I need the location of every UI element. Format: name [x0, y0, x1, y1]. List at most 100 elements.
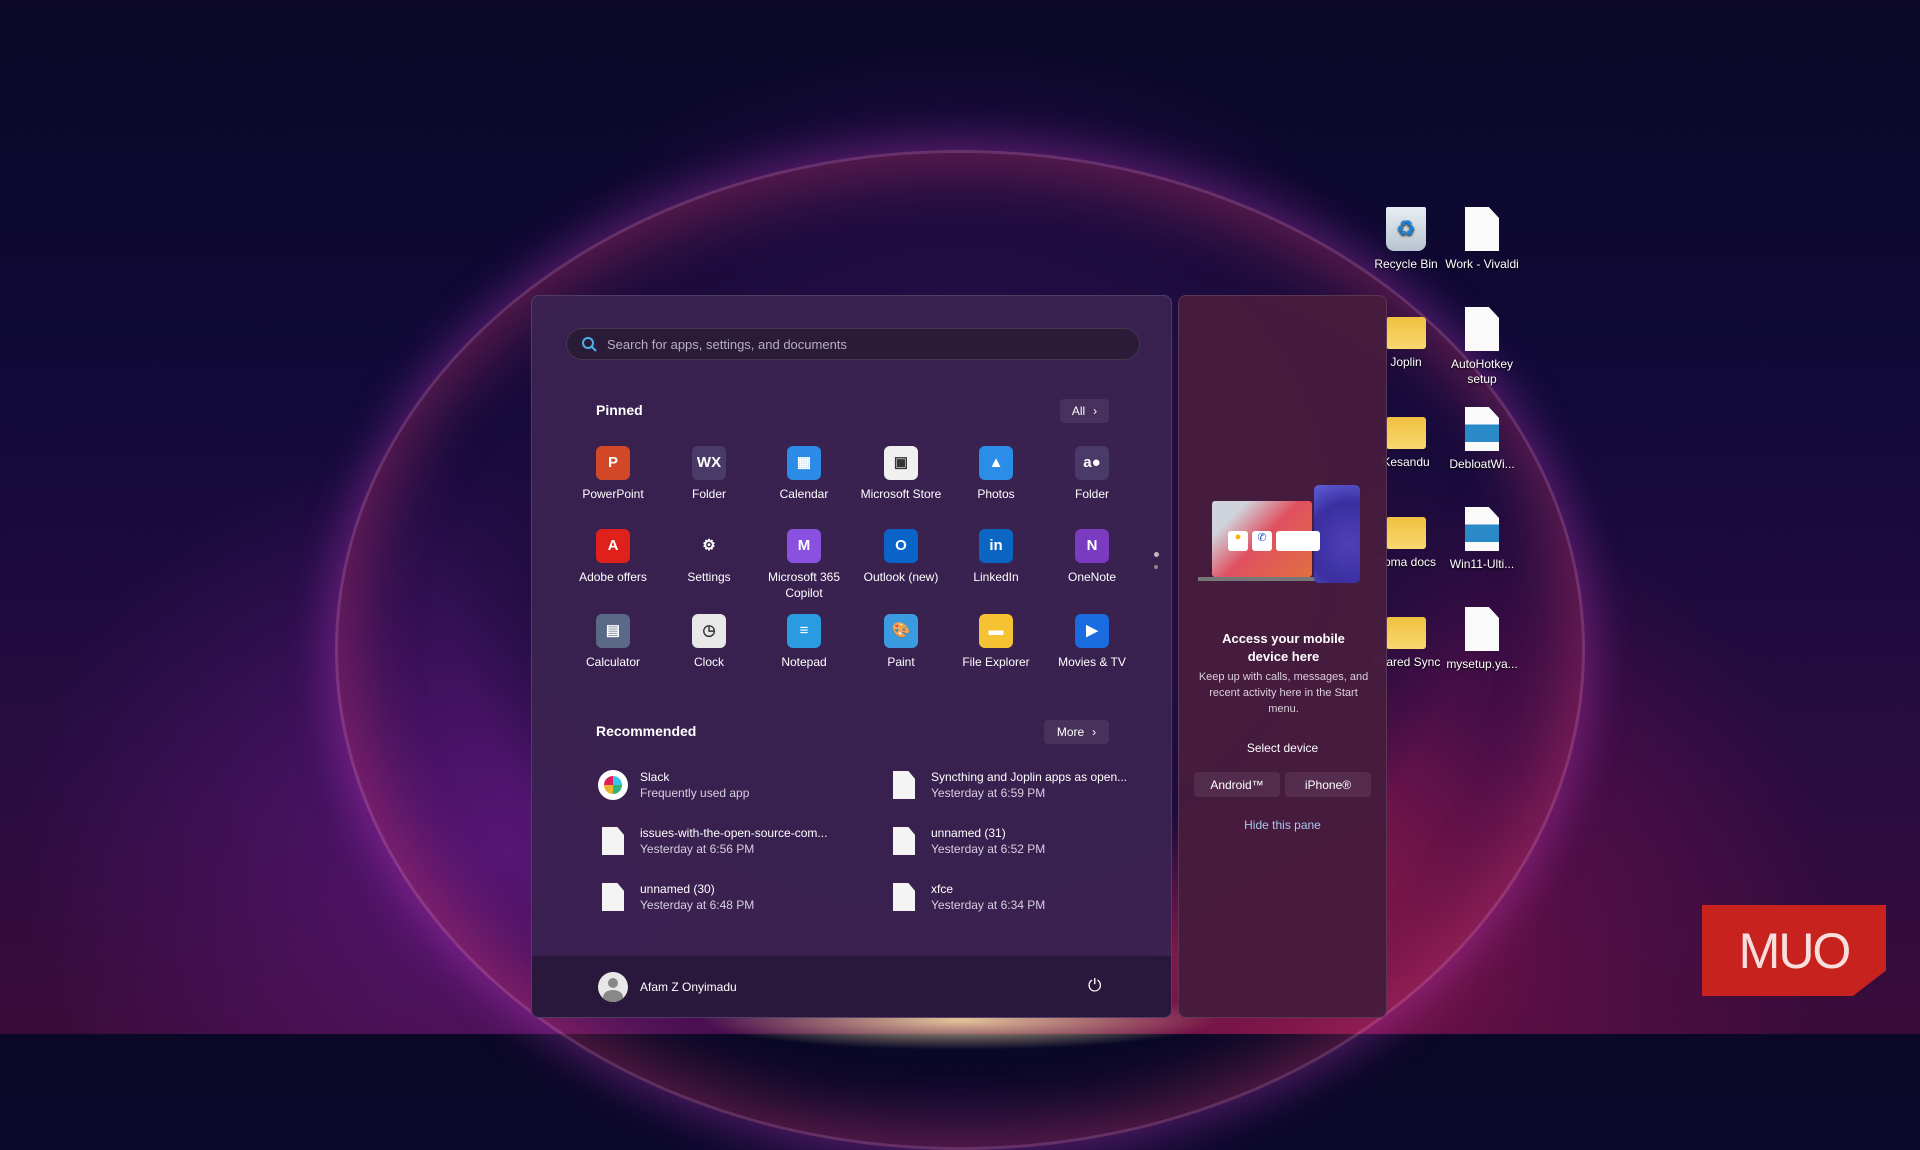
- calculator-icon: ▤: [596, 614, 630, 648]
- pinned-app[interactable]: ▬ File Explorer: [948, 614, 1044, 670]
- recommended-name: Syncthing and Joplin apps as open...: [931, 770, 1128, 784]
- phone-pane-description: Keep up with calls, messages, and recent…: [1198, 671, 1369, 715]
- search-box[interactable]: [566, 328, 1140, 360]
- phone-link-illustration: ● ✆: [1198, 485, 1360, 585]
- file-icon: [1465, 607, 1499, 651]
- file-icon: [893, 827, 915, 855]
- pinned-app[interactable]: M Microsoft 365 Copilot: [756, 529, 852, 601]
- android-button[interactable]: Android™: [1194, 772, 1280, 797]
- pinned-app-label: Photos: [977, 487, 1015, 501]
- pinned-app-label: Adobe offers: [579, 570, 647, 584]
- desktop-icon-label: Win11-Ulti...: [1449, 557, 1515, 571]
- phone-pane-title: Access your mobile device here: [1222, 631, 1345, 664]
- folder-icon: [1386, 417, 1426, 449]
- all-apps-button[interactable]: All ›: [1060, 399, 1109, 423]
- pinned-app-label: PowerPoint: [582, 487, 644, 501]
- pinned-app[interactable]: O Outlook (new): [853, 529, 949, 585]
- user-account[interactable]: Afam Z Onyimadu: [598, 972, 737, 1002]
- search-input[interactable]: [607, 336, 1107, 352]
- page-dots[interactable]: [1154, 552, 1159, 569]
- pinned-app[interactable]: N OneNote: [1044, 529, 1140, 585]
- recommended-item[interactable]: unnamed (30) Yesterday at 6:48 PM: [598, 881, 754, 913]
- desktop-icon[interactable]: Work - Vivaldi: [1442, 207, 1522, 272]
- user-name: Afam Z Onyimadu: [640, 980, 737, 994]
- recommended-subtitle: Frequently used app: [640, 786, 750, 800]
- pinned-app[interactable]: P PowerPoint: [565, 446, 661, 502]
- pinned-app-label: Settings: [687, 570, 731, 584]
- select-device-label: Select device: [1246, 741, 1319, 755]
- movies-tv-icon: ▶: [1075, 614, 1109, 648]
- recycle-bin-icon: ♻: [1386, 207, 1426, 251]
- pinned-app-label: Folder: [691, 487, 726, 501]
- onenote-icon: N: [1075, 529, 1109, 563]
- pinned-app[interactable]: WX Folder: [661, 446, 757, 502]
- recommended-name: Slack: [640, 770, 670, 784]
- recommended-item[interactable]: unnamed (31) Yesterday at 6:52 PM: [889, 825, 1045, 857]
- recommended-subtitle: Yesterday at 6:34 PM: [931, 898, 1046, 912]
- linkedin-icon: in: [979, 529, 1013, 563]
- recommended-name: unnamed (31): [931, 826, 1006, 840]
- photos-icon: ▲: [979, 446, 1013, 480]
- search-icon: [582, 337, 597, 352]
- text-file-icon: [1465, 307, 1499, 351]
- recommended-subtitle: Yesterday at 6:48 PM: [640, 898, 755, 912]
- pinned-app[interactable]: ≡ Notepad: [756, 614, 852, 670]
- pinned-app[interactable]: ⚙ Settings: [661, 529, 757, 585]
- pinned-app[interactable]: ▣ Microsoft Store: [853, 446, 949, 502]
- pinned-app[interactable]: ◷ Clock: [661, 614, 757, 670]
- pinned-app[interactable]: a● Folder: [1044, 446, 1140, 502]
- recommended-subtitle: Yesterday at 6:56 PM: [640, 842, 755, 856]
- pinned-app-label: Outlook (new): [863, 570, 939, 584]
- pinned-app[interactable]: ▲ Photos: [948, 446, 1044, 502]
- recommended-item[interactable]: xfce Yesterday at 6:34 PM: [889, 881, 1045, 913]
- desktop-icon[interactable]: ♻ Recycle Bin: [1366, 207, 1446, 272]
- pinned-app[interactable]: ▶ Movies & TV: [1044, 614, 1140, 670]
- phone-link-pane: ● ✆ Access your mobile device here Keep u…: [1178, 295, 1387, 1018]
- iphone-button[interactable]: iPhone®: [1285, 772, 1371, 797]
- folder-icon: [1386, 317, 1426, 349]
- pinned-app[interactable]: A Adobe offers: [565, 529, 661, 585]
- desktop-icon[interactable]: mysetup.ya...: [1442, 607, 1522, 672]
- pinned-heading: Pinned: [596, 402, 643, 418]
- powershell-file-icon: [1465, 507, 1499, 551]
- pinned-app[interactable]: 🎨 Paint: [853, 614, 949, 670]
- file-icon: [893, 771, 915, 799]
- calendar-icon: ▦: [787, 446, 821, 480]
- folder-amazon-spotify-icon: a●: [1075, 446, 1109, 480]
- desktop-icon[interactable]: AutoHotkey setup: [1442, 307, 1522, 387]
- more-label: More: [1056, 725, 1085, 739]
- file-icon: [602, 883, 624, 911]
- desktop-icon-label: Work - Vivaldi: [1445, 257, 1519, 271]
- hide-pane-link[interactable]: Hide this pane: [1179, 818, 1386, 832]
- pinned-app-label: Movies & TV: [1058, 655, 1126, 669]
- power-icon: ⏻: [1088, 976, 1102, 995]
- recommended-name: issues-with-the-open-source-com...: [640, 826, 828, 840]
- power-button[interactable]: ⏻: [1088, 976, 1101, 996]
- pinned-app-label: Microsoft 365 Copilot: [767, 570, 841, 600]
- m365-copilot-icon: M: [787, 529, 821, 563]
- pinned-app[interactable]: ▤ Calculator: [565, 614, 661, 670]
- store-icon: ▣: [884, 446, 918, 480]
- desktop-icon-label: AutoHotkey setup: [1450, 357, 1514, 386]
- recommended-item[interactable]: Syncthing and Joplin apps as open... Yest…: [889, 769, 1127, 801]
- file-icon: [893, 883, 915, 911]
- recommended-item[interactable]: Slack Frequently used app: [598, 769, 749, 801]
- desktop-icon[interactable]: DebloatWi...: [1442, 407, 1522, 472]
- chevron-right-icon: ›: [1092, 725, 1097, 739]
- desktop-icon[interactable]: Win11-Ulti...: [1442, 507, 1522, 572]
- pinned-app-label: File Explorer: [962, 655, 1030, 669]
- pinned-app-label: Calculator: [585, 655, 641, 669]
- avatar: [598, 972, 628, 1002]
- notepad-icon: ≡: [787, 614, 821, 648]
- file-icon: [602, 827, 624, 855]
- start-footer: Afam Z Onyimadu ⏻: [532, 955, 1171, 1017]
- adobe-icon: A: [596, 529, 630, 563]
- outlook-icon: O: [884, 529, 918, 563]
- start-menu: Pinned All › P PowerPoint WX Folder ▦ Calendar…: [531, 295, 1172, 1018]
- pinned-app-label: OneNote: [1067, 570, 1117, 584]
- pinned-app[interactable]: in LinkedIn: [948, 529, 1044, 585]
- more-button[interactable]: More ›: [1044, 720, 1109, 744]
- desktop-icon-label: Recycle Bin: [1374, 257, 1438, 271]
- pinned-app[interactable]: ▦ Calendar: [756, 446, 852, 502]
- recommended-item[interactable]: issues-with-the-open-source-com... Yester…: [598, 825, 827, 857]
